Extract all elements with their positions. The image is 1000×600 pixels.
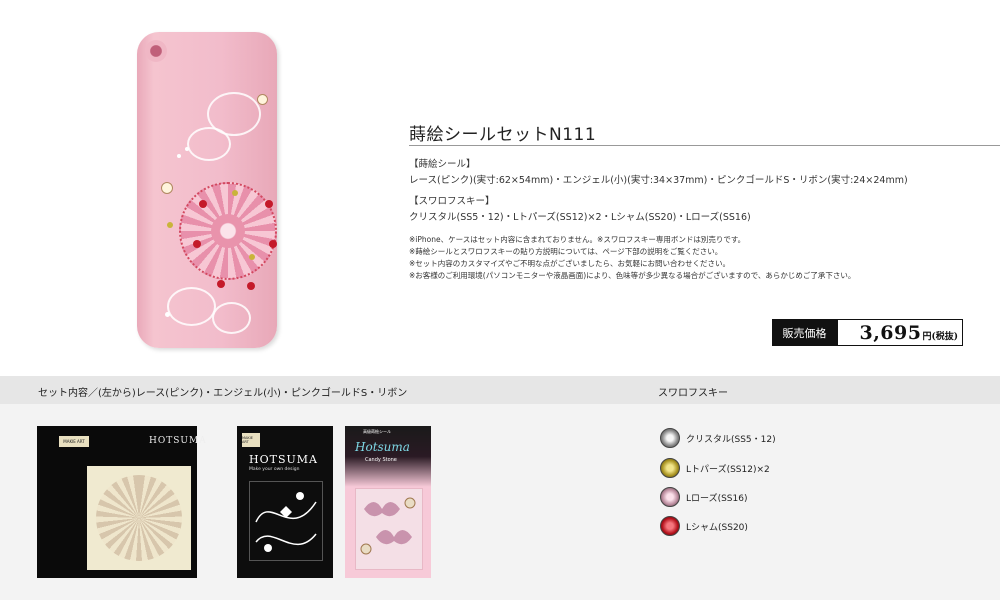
phone-case-image [137, 32, 277, 348]
price-label: 販売価格 [772, 319, 837, 346]
light-siam-gem-icon [660, 516, 680, 536]
siam-gem [247, 282, 255, 290]
sticker-heading: 【蒔絵シール】 [409, 159, 476, 170]
lace-mandala-sticker [179, 182, 277, 280]
crystal-gem-icon [660, 428, 680, 448]
lace-sticker-sheet [87, 466, 191, 570]
makie-art-tag: MAKIE ART [59, 436, 89, 447]
siam-gem [265, 200, 273, 208]
pack-header: 高級蒔絵シール [363, 429, 391, 434]
legend-label: クリスタル(SS5・12) [686, 435, 776, 445]
angel-sticker-artwork [249, 481, 323, 561]
swirl-decoration [212, 302, 251, 334]
ribbon-sticker-pack-image: 高級蒔絵シール Hotsuma Candy Stone [345, 426, 431, 578]
makie-art-tag: MAKIE ART [242, 433, 260, 447]
gold-flower [161, 182, 173, 194]
pack-brand: HOTSUMA [149, 436, 207, 446]
topaz-gem [167, 222, 173, 228]
pack-subtitle: Candy Stone [365, 457, 397, 463]
price-box: 3,695 円(税抜) [837, 319, 963, 346]
swarovski-label: スワロフスキー [658, 388, 728, 399]
topaz-gem [249, 254, 255, 260]
swarovski-heading: 【スワロフスキー】 [409, 196, 495, 207]
pack-subtitle: Make your own design [249, 467, 300, 472]
light-topaz-gem-icon [660, 458, 680, 478]
crystal-gem [177, 154, 181, 158]
ribbon-sticker-sheet [355, 488, 423, 570]
swirl-decoration [187, 127, 231, 161]
price-amount: 3,695 [859, 321, 922, 344]
lace-sticker-pack-image: MAKIE ART HOTSUMA [37, 426, 206, 578]
angel-sticker-pack-image: MAKIE ART HOTSUMA Make your own design [237, 426, 333, 578]
note-line: ※セット内容のカスタマイズやご不明な点がございましたら、お気軽にお問い合わせくだ… [409, 259, 731, 268]
title-divider [409, 145, 1000, 146]
product-title: 蒔絵シールセットN111 [409, 125, 597, 145]
swirl-decoration [167, 287, 216, 326]
pack-brand: Hotsuma [355, 440, 410, 454]
siam-gem [193, 240, 201, 248]
note-line: ※iPhone、ケースはセット内容に含まれておりません。※スワロフスキー専用ボン… [409, 235, 746, 244]
light-rose-gem-icon [660, 487, 680, 507]
siam-gem [217, 280, 225, 288]
crystal-gem [165, 312, 170, 317]
price-unit: 円(税抜) [922, 331, 958, 342]
pack-brand: HOTSUMA [249, 453, 318, 466]
camera-cutout [145, 40, 167, 62]
gold-flower [257, 94, 268, 105]
lace-pattern [96, 475, 182, 561]
crystal-gem [185, 147, 189, 151]
siam-gem [269, 240, 277, 248]
topaz-gem [232, 190, 238, 196]
legend-label: Lトパーズ(SS12)×2 [686, 465, 770, 475]
legend-label: Lローズ(SS16) [686, 494, 748, 504]
siam-gem [199, 200, 207, 208]
note-line: ※お客様のご利用環境(パソコンモニターや液晶画面)により、色味等が多少異なる場合… [409, 271, 856, 280]
legend-label: Lシャム(SS20) [686, 523, 748, 533]
note-line: ※蒔絵シールとスワロフスキーの貼り方説明については、ページ下部の説明をご覧くださ… [409, 247, 723, 256]
sticker-detail: レース(ピンク)(実寸:62×54mm)・エンジェル(小)(実寸:34×37mm… [409, 175, 908, 186]
contents-label: セット内容／(左から)レース(ピンク)・エンジェル(小)・ピンクゴールドS・リボ… [38, 388, 408, 399]
swarovski-detail: クリスタル(SS5・12)・Lトパーズ(SS12)×2・Lシャム(SS20)・L… [409, 212, 751, 223]
